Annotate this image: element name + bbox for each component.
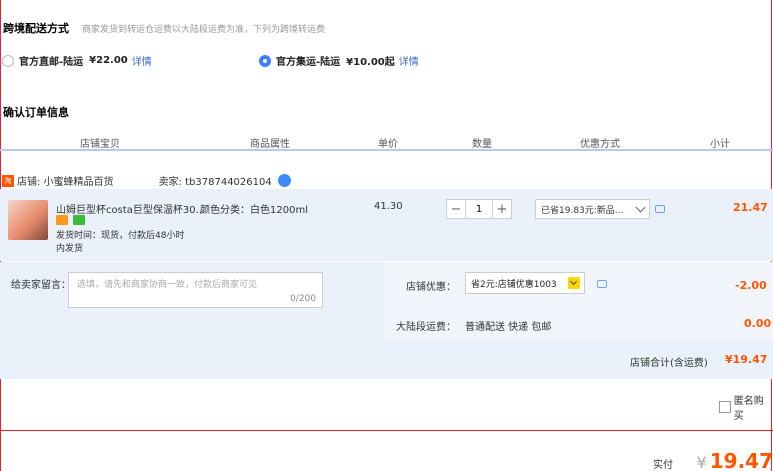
option-direct-price: ¥22.00 [89, 55, 128, 66]
item-price: 41.30 [374, 201, 403, 212]
message-label: 给卖家留言： [11, 280, 71, 291]
comment-icon[interactable] [655, 205, 665, 213]
payment-total: 实付款： ¥ 19.47 [653, 449, 773, 471]
seller-message-field[interactable]: 选填，请先和商家协商一致，付款后商家可见 0/200 [68, 272, 323, 308]
product-thumbnail[interactable] [8, 200, 48, 240]
mainland-shipping-label: 大陆段运费： [396, 322, 456, 333]
anonymous-purchase[interactable]: 匿名购买 [719, 392, 773, 422]
radio-direct[interactable] [2, 54, 14, 67]
col-discount: 优惠方式 [580, 139, 620, 150]
col-subtotal: 小计 [710, 139, 730, 150]
shipping-option-consolidated[interactable]: 官方集运-陆运 ¥10.00起 详情 [259, 53, 419, 68]
item-attr: 颜色分类：白色1200ml [200, 205, 308, 216]
store-discount-label: 店铺优惠： [406, 282, 456, 293]
shop-total-label: 店铺合计(含运费) [630, 358, 708, 369]
ship-time: 发货时间：现货，付款后48小时 [56, 231, 185, 241]
ship-time-cont: 内发货 [56, 244, 84, 254]
item-title[interactable]: 山姆巨型杯costa巨型保温杯30... [56, 201, 205, 216]
shop-name[interactable]: 店铺: 小蜜蜂精品百货 [17, 173, 114, 188]
shipping-option-direct[interactable]: 官方直邮-陆运 ¥22.00 详情 [2, 53, 152, 68]
store-coupon-value: 省2元:店铺优惠1003 [471, 279, 557, 290]
comment-icon[interactable] [597, 280, 607, 288]
anonymous-checkbox[interactable] [719, 401, 731, 413]
chat-bubble-icon[interactable] [277, 174, 291, 187]
col-shop-item: 店铺宝贝 [80, 139, 120, 150]
qty-input[interactable]: 1 [466, 199, 492, 219]
shop-row: 淘 店铺: 小蜜蜂精品百货 卖家: tb378744026104 [2, 173, 291, 188]
payment-label: 实付款： [653, 460, 673, 471]
shipping-title: 跨境配送方式 [3, 22, 69, 35]
option-consolidated-price: ¥10.00起 [346, 57, 395, 68]
col-price: 单价 [378, 139, 398, 150]
confirm-title: 确认订单信息 [3, 106, 69, 119]
frame-bottom-rule [0, 430, 773, 431]
chevron-down-icon [568, 277, 580, 289]
col-qty: 数量 [472, 139, 492, 150]
store-coupon-select[interactable]: 省2元:店铺优惠1003 [465, 272, 585, 294]
anonymous-label: 匿名购买 [733, 396, 764, 422]
discount-select[interactable]: 已省19.83元:新品... [535, 199, 650, 219]
message-placeholder: 选填，请先和商家协商一致，付款后商家可见 [77, 280, 258, 290]
table-header-rule [0, 149, 773, 151]
mainland-shipping-amount: 0.00 [744, 317, 772, 330]
discount-value: 已省19.83元:新品... [541, 205, 624, 216]
seller-name[interactable]: 卖家: tb378744026104 [159, 173, 272, 188]
shop-total-amount: ¥19.47 [725, 353, 768, 366]
shipping-note: 商家发货到转运仓运费以大陆段运费为准，下列为跨境转运费 [82, 25, 326, 35]
message-counter: 0/200 [290, 294, 316, 304]
qty-plus-button[interactable]: + [492, 199, 512, 219]
card-icon [56, 215, 68, 225]
chevron-down-icon [635, 202, 646, 213]
qty-minus-button[interactable]: − [446, 199, 466, 219]
radio-consolidated[interactable] [259, 54, 271, 67]
payment-amount: 19.47 [709, 449, 773, 471]
shop-tag-icon: 淘 [2, 174, 14, 187]
store-discount-amount: -2.00 [735, 279, 767, 292]
option-consolidated-label: 官方集运-陆运 [276, 57, 341, 68]
leaf-icon [73, 215, 86, 225]
option-consolidated-detail-link[interactable]: 详情 [399, 53, 419, 68]
item-panel [0, 189, 773, 261]
col-attr: 商品属性 [250, 139, 290, 150]
item-subtotal: 21.47 [733, 201, 768, 214]
payment-currency: ¥ [696, 453, 707, 471]
option-direct-detail-link[interactable]: 详情 [132, 53, 152, 68]
item-badges [56, 215, 87, 228]
quantity-stepper: − 1 + [446, 199, 512, 219]
mainland-shipping-value: 普通配送 快递 包邮 [465, 322, 552, 333]
option-direct-label: 官方直邮-陆运 [19, 57, 84, 68]
